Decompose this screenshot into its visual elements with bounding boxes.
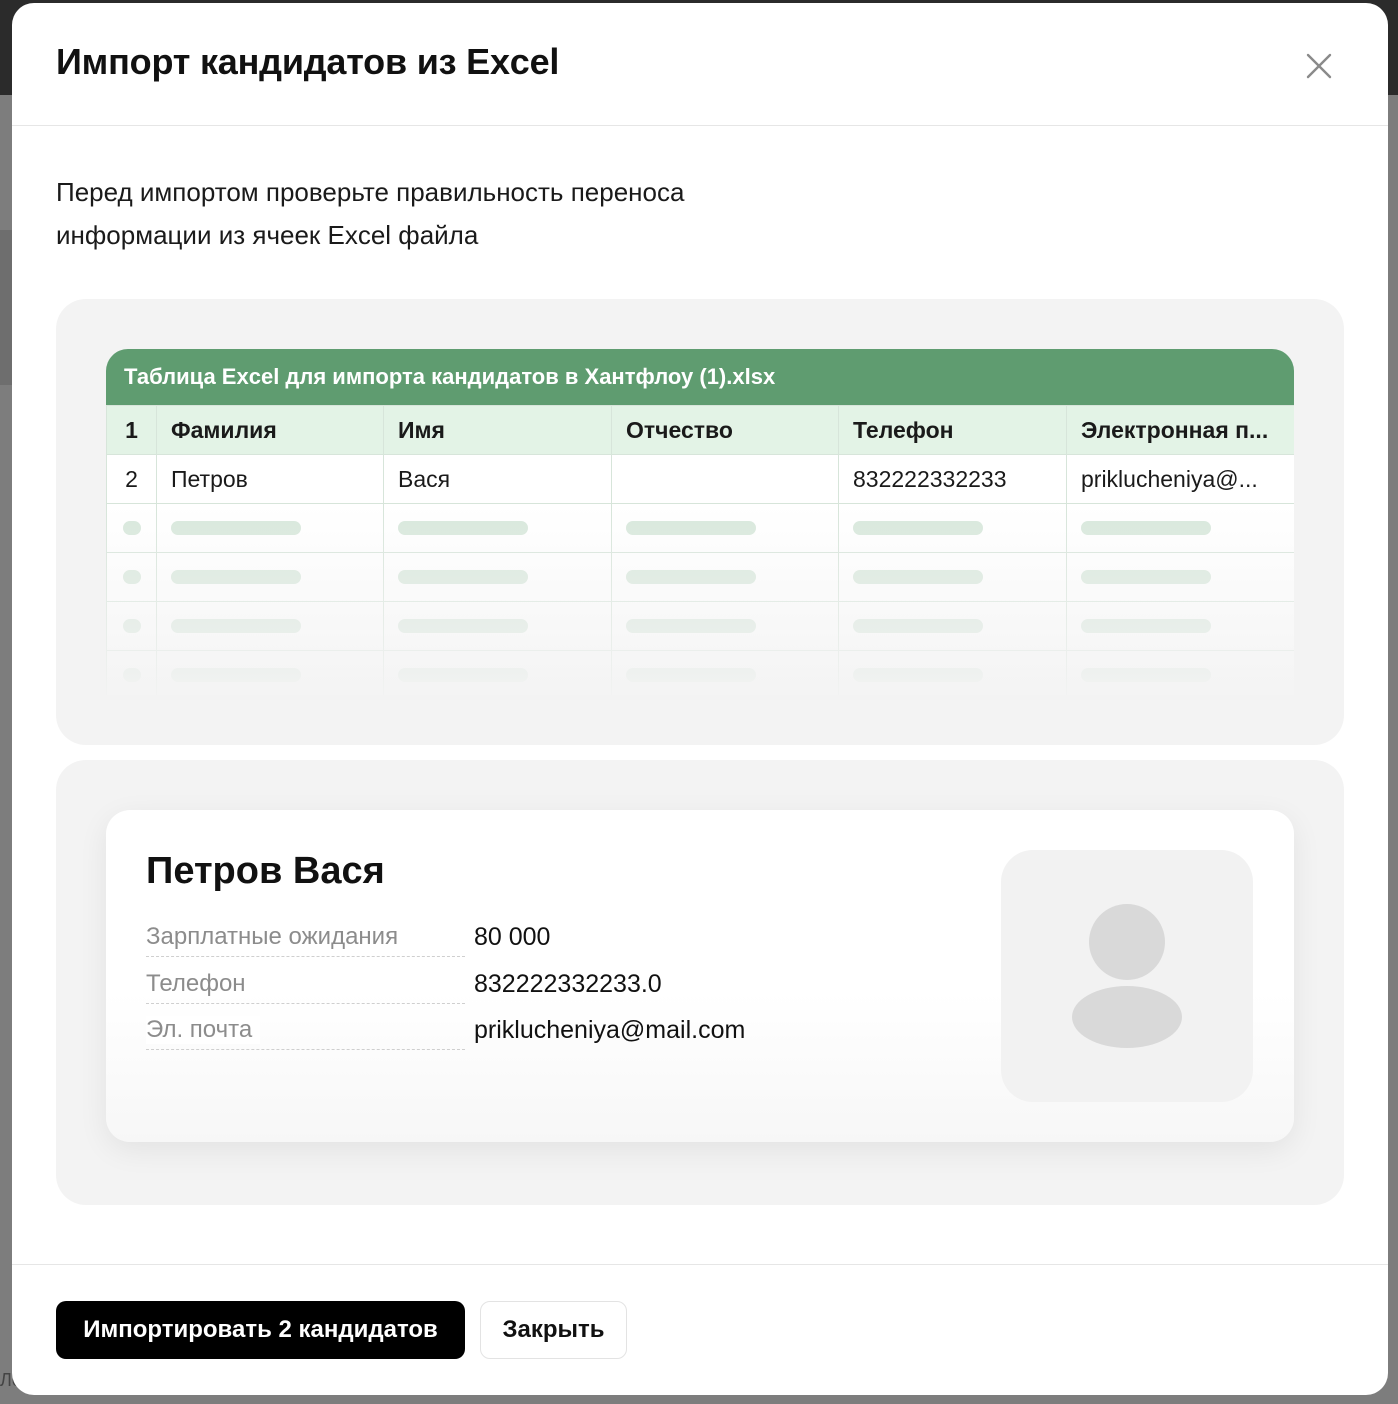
- column-header-lastname: Фамилия: [156, 405, 384, 455]
- column-header-phone: Телефон: [838, 405, 1067, 455]
- skeleton-bar: [171, 619, 301, 633]
- row-number: 1: [106, 405, 157, 455]
- placeholder-row: [106, 650, 1294, 695]
- close-icon[interactable]: [1300, 47, 1338, 85]
- placeholder-row: [106, 601, 1294, 651]
- column-header-email: Электронная п...: [1066, 405, 1294, 455]
- skeleton-bar: [626, 570, 756, 584]
- cell-firstname: Вася: [383, 454, 612, 504]
- placeholder-row: [106, 552, 1294, 602]
- close-button[interactable]: Закрыть: [480, 1301, 627, 1359]
- user-avatar-icon: [1001, 850, 1253, 1102]
- cell-phone: 832222332233: [838, 454, 1067, 504]
- skeleton-dot: [122, 668, 141, 682]
- skeleton-bar: [626, 521, 756, 535]
- field-value: 80 000: [474, 923, 551, 951]
- table-row: 2 Петров Вася 832222332233 priklucheniya…: [106, 454, 1294, 504]
- column-header-firstname: Имя: [383, 405, 612, 455]
- intro-line-1: Перед импортом проверьте правильность пе…: [56, 177, 685, 207]
- candidate-name: Петров Вася: [146, 850, 385, 892]
- modal-header: Импорт кандидатов из Excel: [12, 3, 1388, 126]
- skeleton-bar: [853, 521, 983, 535]
- skeleton-bar: [853, 668, 983, 682]
- import-candidates-button[interactable]: Импортировать 2 кандидатов: [56, 1301, 465, 1359]
- sheet-grid: 1 Фамилия Имя Отчество Телефон Электронн…: [106, 405, 1294, 695]
- skeleton-bar: [1081, 619, 1211, 633]
- skeleton-bar: [398, 619, 528, 633]
- skeleton-bar: [853, 619, 983, 633]
- skeleton-bar: [1081, 668, 1211, 682]
- candidate-preview-panel: Петров Вася Зарплатные ожидания 80 000 Т…: [56, 760, 1344, 1205]
- cell-email: priklucheniya@...: [1066, 454, 1294, 504]
- field-phone: Телефон 832222332233.0: [146, 970, 786, 1006]
- cell-patronymic: [611, 454, 839, 504]
- skeleton-bar: [626, 619, 756, 633]
- skeleton-dot: [122, 619, 141, 633]
- skeleton-bar: [171, 570, 301, 584]
- field-leader-dots: [146, 1003, 465, 1004]
- field-label: Зарплатные ожидания: [146, 923, 407, 951]
- cell-lastname: Петров: [156, 454, 384, 504]
- field-salary: Зарплатные ожидания 80 000: [146, 923, 786, 959]
- skeleton-bar: [171, 668, 301, 682]
- candidate-card: Петров Вася Зарплатные ожидания 80 000 Т…: [106, 810, 1294, 1142]
- skeleton-bar: [1081, 570, 1211, 584]
- row-number: 2: [106, 454, 157, 504]
- background-sidebar-fragment: [0, 230, 12, 385]
- field-label: Телефон: [146, 970, 254, 998]
- skeleton-dot: [122, 570, 141, 584]
- skeleton-bar: [398, 668, 528, 682]
- field-leader-dots: [146, 1049, 465, 1050]
- modal-footer: Импортировать 2 кандидатов Закрыть: [12, 1264, 1388, 1395]
- placeholder-row: [106, 503, 1294, 553]
- skeleton-bar: [398, 570, 528, 584]
- excel-preview-panel: Таблица Excel для импорта кандидатов в Х…: [56, 299, 1344, 745]
- skeleton-bar: [171, 521, 301, 535]
- sheet-header-row: 1 Фамилия Имя Отчество Телефон Электронн…: [106, 405, 1294, 455]
- intro-line-2: информации из ячеек Excel файла: [56, 220, 479, 250]
- column-header-patronymic: Отчество: [611, 405, 839, 455]
- skeleton-bar: [853, 570, 983, 584]
- intro-text: Перед импортом проверьте правильность пе…: [56, 171, 816, 257]
- field-value: 832222332233.0: [474, 970, 662, 998]
- modal-title: Импорт кандидатов из Excel: [56, 41, 560, 82]
- field-value: priklucheniya@mail.com: [474, 1016, 746, 1044]
- import-candidates-modal: Импорт кандидатов из Excel Перед импорто…: [12, 3, 1388, 1395]
- field-label: Эл. почта: [146, 1016, 261, 1044]
- sheet-file-name: Таблица Excel для импорта кандидатов в Х…: [106, 349, 1294, 405]
- field-email: Эл. почта priklucheniya@mail.com: [146, 1016, 786, 1052]
- skeleton-bar: [1081, 521, 1211, 535]
- skeleton-dot: [122, 521, 141, 535]
- field-leader-dots: [146, 956, 465, 957]
- excel-sheet-preview: Таблица Excel для импорта кандидатов в Х…: [106, 349, 1294, 695]
- skeleton-bar: [398, 521, 528, 535]
- skeleton-bar: [626, 668, 756, 682]
